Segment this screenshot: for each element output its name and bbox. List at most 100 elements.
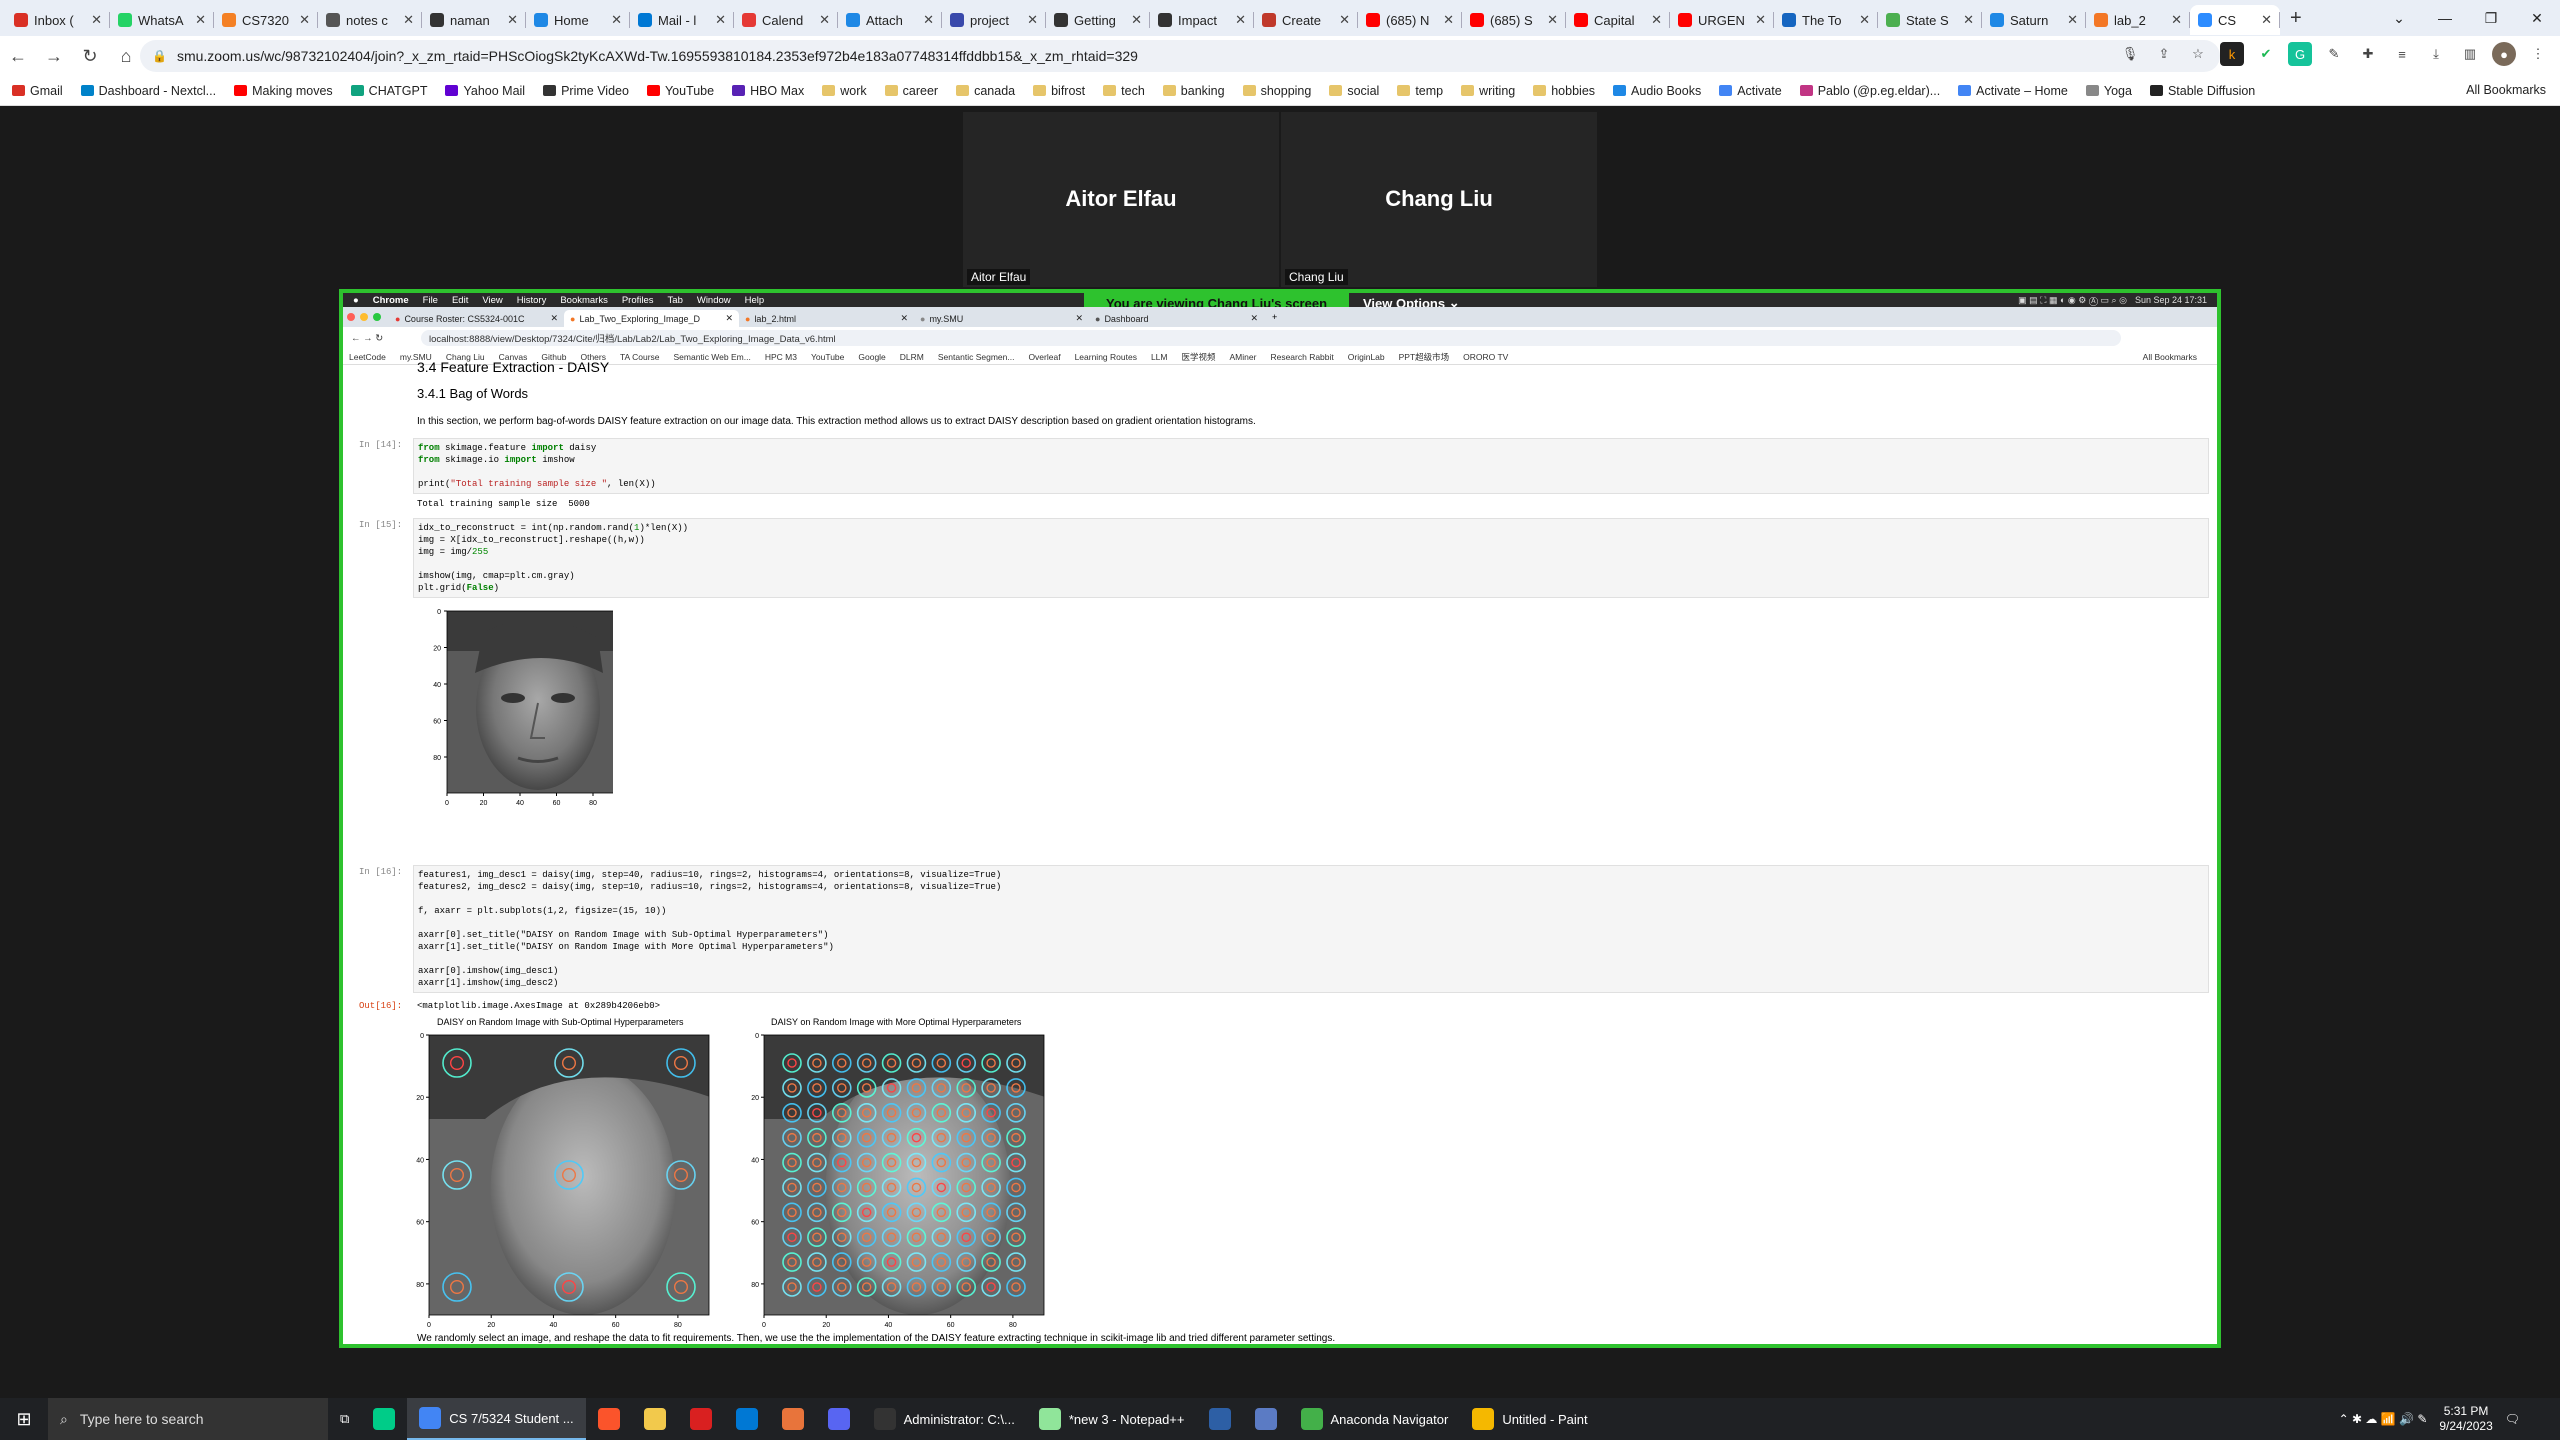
taskbar-clock[interactable]: 5:31 PM 9/24/2023 — [2439, 1404, 2492, 1434]
tray-icons[interactable]: ⌃ ✱ ☁ 📶 🔊 ✎ — [2339, 1412, 2428, 1426]
star-icon[interactable]: ☆ — [2186, 42, 2210, 66]
bookmark-item[interactable]: Gmail — [12, 84, 63, 98]
browser-tab[interactable]: WhatsA ✕ — [110, 5, 214, 35]
taskbar-app[interactable] — [678, 1398, 724, 1440]
participant-tile-2[interactable]: Chang Liu Chang Liu — [1281, 112, 1597, 287]
queue-icon[interactable]: ≡ — [2390, 42, 2414, 66]
taskbar-app[interactable] — [632, 1398, 678, 1440]
back-icon[interactable]: ← — [0, 46, 36, 67]
remote-tab[interactable]: ● lab_2.html ✕ — [739, 310, 914, 327]
browser-tab[interactable]: notes c ✕ — [318, 5, 422, 35]
close-tab-icon[interactable]: ✕ — [299, 12, 310, 28]
close-tab-icon[interactable]: ✕ — [1651, 12, 1662, 28]
remote-bookmark[interactable]: OriginLab — [1348, 352, 1385, 362]
browser-tab[interactable]: Create ✕ — [1254, 5, 1358, 35]
bookmark-item[interactable]: Activate — [1719, 84, 1782, 98]
browser-tab[interactable]: (685) S ✕ — [1462, 5, 1566, 35]
browser-tab[interactable]: The To ✕ — [1774, 5, 1878, 35]
restore-icon[interactable]: ❐ — [2468, 0, 2514, 36]
close-tab-icon[interactable]: ✕ — [1443, 12, 1454, 28]
bookmark-item[interactable]: Pablo (@p.eg.eldar)... — [1799, 84, 1940, 98]
mac-menu-item[interactable]: Edit — [452, 295, 468, 306]
bookmark-item[interactable]: Prime Video — [543, 84, 629, 98]
taskbar-app[interactable] — [1243, 1398, 1289, 1440]
browser-tab[interactable]: naman ✕ — [422, 5, 526, 35]
close-tab-icon[interactable]: ✕ — [2171, 12, 2182, 28]
taskbar-app[interactable]: CS 7/5324 Student ... — [407, 1398, 586, 1440]
bookmark-item[interactable]: YouTube — [646, 84, 714, 98]
browser-tab[interactable]: Impact ✕ — [1150, 5, 1254, 35]
taskbar-app[interactable] — [1197, 1398, 1243, 1440]
close-tab-icon[interactable]: ✕ — [507, 12, 518, 28]
download-icon[interactable]: ⤓ — [2424, 42, 2448, 66]
remote-tab[interactable]: ● Course Roster: CS5324-001C ✕ — [389, 310, 564, 327]
close-tab-icon[interactable]: ✕ — [1235, 12, 1246, 28]
extension-k-icon[interactable]: k — [2220, 42, 2244, 66]
browser-tab[interactable]: Capital ✕ — [1566, 5, 1670, 35]
close-tab-icon[interactable]: ✕ — [91, 12, 102, 28]
bookmark-item[interactable]: Making moves — [234, 84, 333, 98]
zoom-dot[interactable] — [373, 313, 381, 321]
browser-tab[interactable]: URGEN ✕ — [1670, 5, 1774, 35]
home-icon[interactable]: ⌂ — [108, 46, 144, 67]
taskbar-app[interactable] — [724, 1398, 770, 1440]
remote-bookmark[interactable]: PPT超级市场 — [1399, 351, 1450, 363]
close-window-icon[interactable]: ✕ — [2514, 0, 2560, 36]
sidepanel-icon[interactable]: ▥ — [2458, 42, 2482, 66]
browser-tab[interactable]: CS7320 ✕ — [214, 5, 318, 35]
browser-tab[interactable]: Calend ✕ — [734, 5, 838, 35]
close-tab-icon[interactable]: ✕ — [1339, 12, 1350, 28]
taskbar-app[interactable]: Untitled - Paint — [1460, 1398, 1599, 1440]
mac-menu-item[interactable]: Bookmarks — [560, 295, 608, 306]
reload-icon[interactable]: ↻ — [72, 46, 108, 67]
mac-menu-item[interactable]: View — [482, 295, 502, 306]
taskbar-app[interactable] — [770, 1398, 816, 1440]
menu-icon[interactable]: ⋮ — [2526, 42, 2550, 66]
remote-bookmark[interactable]: TA Course — [620, 352, 660, 362]
notifications-icon[interactable]: 🗨 — [2505, 1412, 2520, 1426]
mic-icon[interactable]: 🎙 — [2118, 42, 2142, 66]
close-tab-icon[interactable]: ✕ — [1027, 12, 1038, 28]
browser-tab[interactable]: Mail - l ✕ — [630, 5, 734, 35]
bookmark-item[interactable]: hobbies — [1533, 84, 1595, 98]
mac-menu-item[interactable]: File — [423, 295, 438, 306]
close-tab-icon[interactable]: ✕ — [900, 313, 908, 324]
close-tab-icon[interactable]: ✕ — [2261, 12, 2272, 28]
bookmark-item[interactable]: banking — [1162, 84, 1225, 98]
close-tab-icon[interactable]: ✕ — [611, 12, 622, 28]
close-tab-icon[interactable]: ✕ — [725, 313, 733, 324]
taskbar-app[interactable] — [816, 1398, 862, 1440]
mac-menu-item[interactable]: Profiles — [622, 295, 654, 306]
remote-bookmark[interactable]: LeetCode — [349, 352, 386, 362]
browser-tab[interactable]: lab_2 ✕ — [2086, 5, 2190, 35]
close-tab-icon[interactable]: ✕ — [1547, 12, 1558, 28]
taskbar-app[interactable]: *new 3 - Notepad++ — [1027, 1398, 1197, 1440]
remote-bookmark[interactable]: Learning Routes — [1075, 352, 1137, 362]
close-tab-icon[interactable]: ✕ — [1075, 313, 1083, 324]
remote-bookmark[interactable]: 医学视频 — [1182, 351, 1216, 363]
taskbar-app[interactable] — [586, 1398, 632, 1440]
bookmark-item[interactable]: social — [1329, 84, 1379, 98]
browser-tab[interactable]: Inbox (✕ — [6, 5, 110, 35]
bookmark-item[interactable]: career — [884, 84, 938, 98]
browser-tab[interactable]: State S ✕ — [1878, 5, 1982, 35]
close-dot[interactable] — [347, 313, 355, 321]
close-tab-icon[interactable]: ✕ — [2067, 12, 2078, 28]
minimize-dot[interactable] — [360, 313, 368, 321]
eyedropper-icon[interactable]: ✎ — [2322, 42, 2346, 66]
mac-menu-item[interactable]: Chrome — [373, 295, 409, 306]
bookmark-item[interactable]: tech — [1103, 84, 1145, 98]
bookmark-item[interactable]: Dashboard - Nextcl... — [80, 84, 216, 98]
avatar[interactable]: ● — [2492, 42, 2516, 66]
remote-tab[interactable]: ● Dashboard ✕ — [1089, 310, 1264, 327]
bookmark-item[interactable]: Yoga — [2085, 84, 2132, 98]
close-tab-icon[interactable]: ✕ — [923, 12, 934, 28]
address-bar[interactable]: 🔒 smu.zoom.us/wc/98732102404/join?_x_zm_… — [140, 40, 2220, 72]
windows-start-icon[interactable]: ⊞ — [0, 1409, 48, 1430]
remote-tab[interactable]: ● Lab_Two_Exploring_Image_D ✕ — [564, 310, 739, 327]
close-tab-icon[interactable]: ✕ — [195, 12, 206, 28]
task-view-icon[interactable]: ⧉ — [328, 1398, 361, 1440]
remote-nav-icons[interactable]: ← → ↻ — [351, 333, 383, 344]
new-tab-button[interactable]: + — [2290, 7, 2302, 30]
browser-tab[interactable]: Saturn ✕ — [1982, 5, 2086, 35]
